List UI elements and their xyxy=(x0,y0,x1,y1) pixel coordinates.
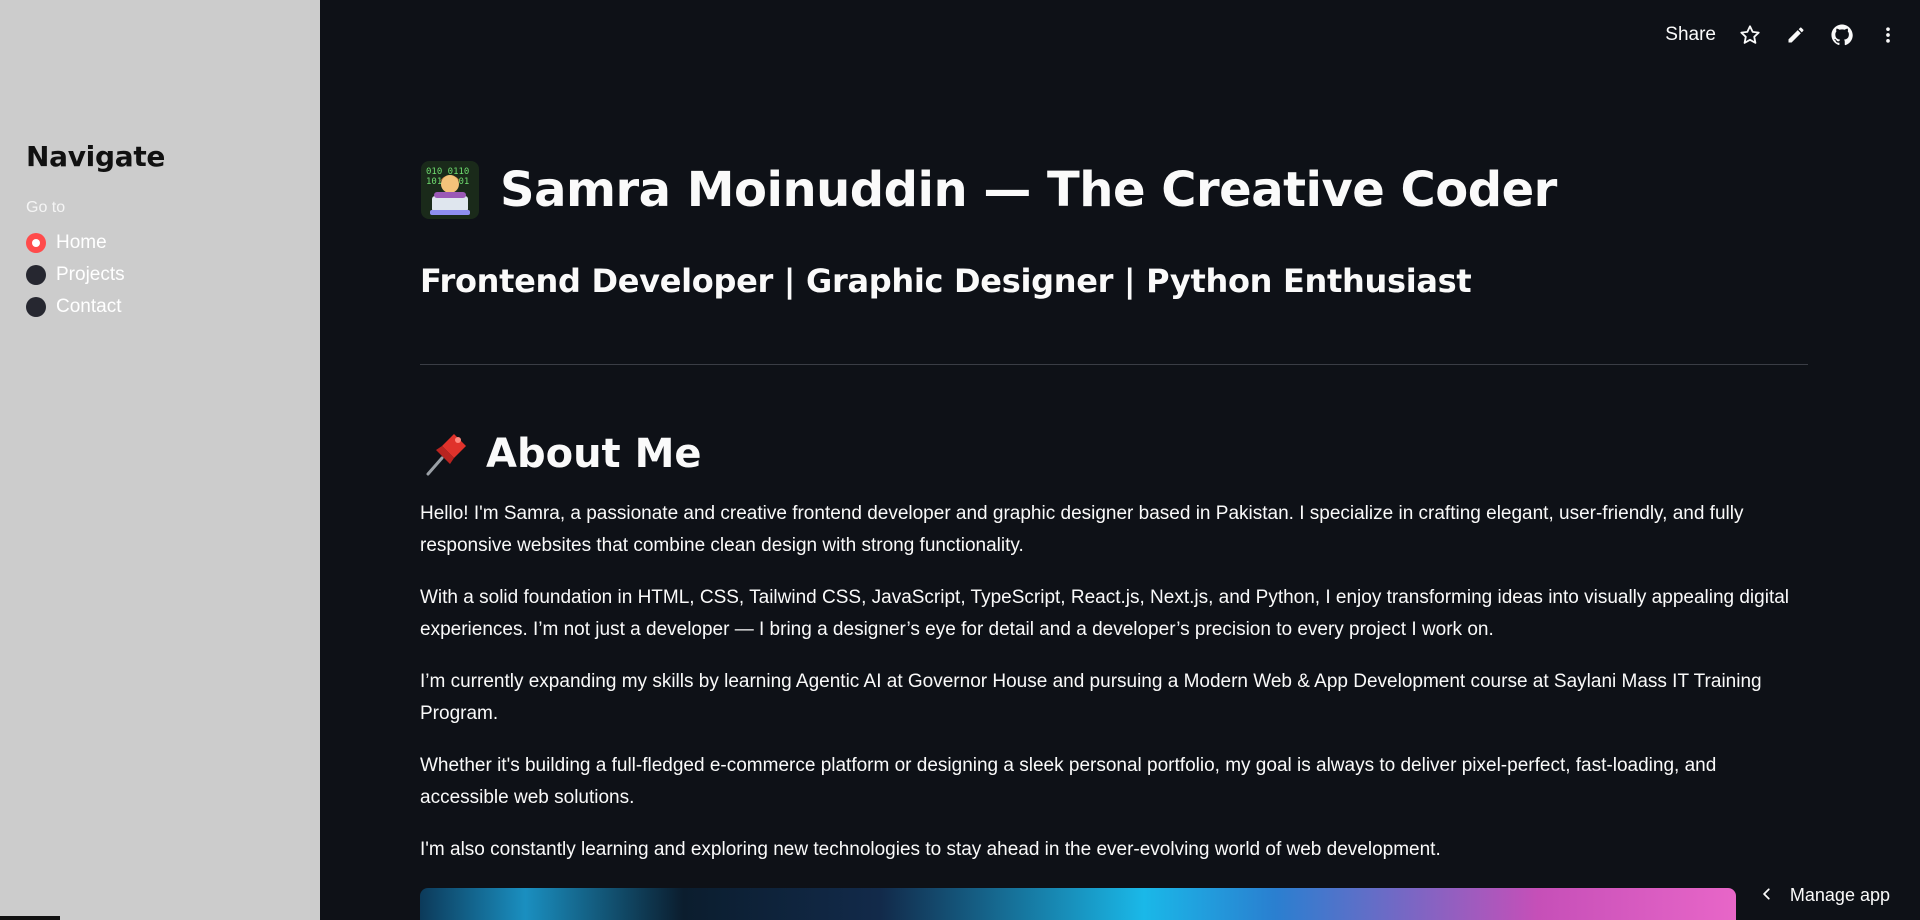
radio-option-contact[interactable]: Contact xyxy=(26,291,294,323)
banner-image xyxy=(420,888,1736,920)
pencil-icon[interactable] xyxy=(1784,23,1808,47)
share-button[interactable]: Share xyxy=(1665,24,1716,46)
github-icon[interactable] xyxy=(1830,23,1854,47)
about-paragraphs: Hello! I'm Samra, a passionate and creat… xyxy=(420,498,1808,886)
page-header: 010 0110 101 1001 Samra Moinuddin — The … xyxy=(420,160,1557,220)
technologist-emoji-icon: 010 0110 101 1001 xyxy=(420,160,480,220)
about-paragraph: Hello! I'm Samra, a passionate and creat… xyxy=(420,503,1744,556)
section-divider xyxy=(420,364,1808,365)
page-title: Samra Moinuddin — The Creative Coder xyxy=(500,162,1557,218)
chevron-left-icon xyxy=(1760,885,1774,906)
radio-option-label[interactable]: Contact xyxy=(56,296,121,318)
radio-unselected-icon[interactable] xyxy=(26,265,46,285)
radio-unselected-icon[interactable] xyxy=(26,297,46,317)
more-vertical-icon[interactable] xyxy=(1876,23,1900,47)
about-header: About Me xyxy=(420,428,702,480)
about-paragraph: I'm also constantly learning and explori… xyxy=(420,839,1441,860)
pushpin-icon xyxy=(420,428,472,480)
radio-selected-icon[interactable] xyxy=(26,233,46,253)
sidebar-scrollbar[interactable] xyxy=(0,916,60,920)
app-toolbar: Share xyxy=(1665,0,1920,70)
sidebar: Navigate Go to Home Projects Contact xyxy=(0,0,320,920)
about-heading: About Me xyxy=(486,431,702,477)
nav-radio-group: Home Projects Contact xyxy=(26,227,294,323)
about-paragraph: With a solid foundation in HTML, CSS, Ta… xyxy=(420,587,1790,640)
manage-app-button[interactable]: Manage app xyxy=(1760,885,1890,906)
page-subtitle: Frontend Developer | Graphic Designer | … xyxy=(420,262,1472,300)
about-paragraph: Whether it's building a full-fledged e-c… xyxy=(420,755,1717,808)
radio-option-home[interactable]: Home xyxy=(26,227,294,259)
star-icon[interactable] xyxy=(1738,23,1762,47)
radio-option-label[interactable]: Home xyxy=(56,232,107,254)
radio-option-label[interactable]: Projects xyxy=(56,264,125,286)
about-paragraph: I’m currently expanding my skills by lea… xyxy=(420,671,1762,724)
manage-app-label[interactable]: Manage app xyxy=(1790,885,1890,906)
sidebar-title: Navigate xyxy=(26,140,166,173)
radio-group-label: Go to xyxy=(26,199,66,216)
radio-option-projects[interactable]: Projects xyxy=(26,259,294,291)
